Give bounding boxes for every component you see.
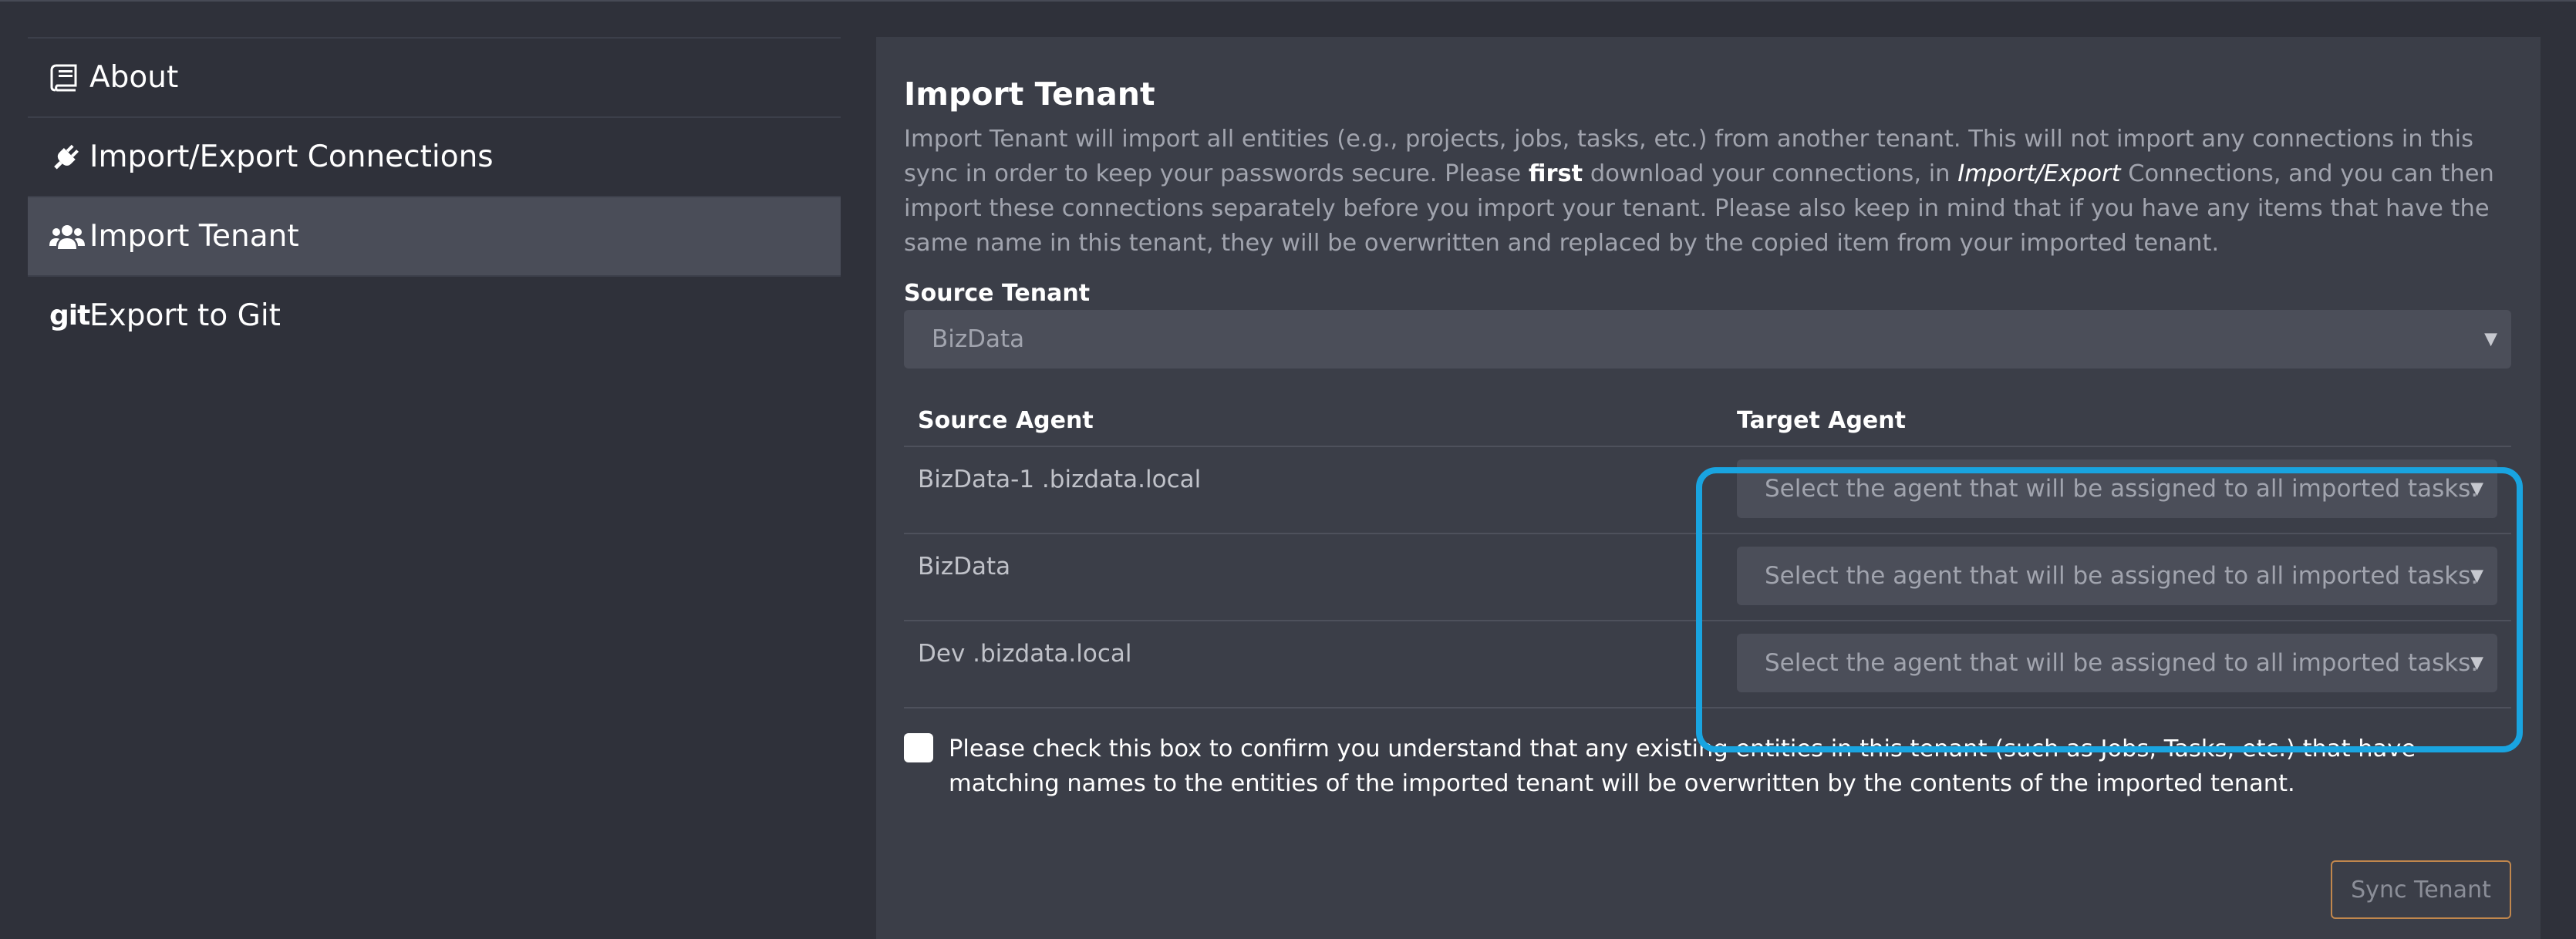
- sidebar-item-import-tenant[interactable]: Import Tenant: [28, 196, 841, 275]
- caret-down-icon: ▼: [2484, 329, 2497, 349]
- description: Import Tenant will import all entities (…: [904, 126, 2494, 257]
- top-divider: [0, 0, 2576, 2]
- caret-down-icon: ▼: [2470, 653, 2483, 673]
- target-agent-select[interactable]: Select the agent that will be assigned t…: [1737, 547, 2497, 605]
- sidebar-item-label: Import Tenant: [89, 219, 299, 254]
- source-agent-header: Source Agent: [904, 395, 1723, 447]
- target-agent-select[interactable]: Select the agent that will be assigned t…: [1737, 459, 2497, 518]
- table-row: BizData Select the agent that will be as…: [904, 533, 2511, 621]
- import-tenant-panel: Import Tenant Import Tenant will import …: [876, 37, 2541, 939]
- source-agent-cell: BizData: [904, 533, 1723, 621]
- target-agent-placeholder: Select the agent that will be assigned t…: [1765, 475, 2479, 503]
- table-row: Dev .bizdata.local Select the agent that…: [904, 621, 2511, 708]
- caret-down-icon: ▼: [2470, 479, 2483, 499]
- sidebar-item-export-to-git[interactable]: git Export to Git: [28, 275, 841, 355]
- source-agent-cell: Dev .bizdata.local: [904, 621, 1723, 708]
- source-tenant-value: BizData: [932, 325, 1025, 353]
- users-icon: [49, 223, 86, 251]
- git-icon: git: [49, 300, 90, 332]
- agent-mapping-table: Source Agent Target Agent BizData-1 .biz…: [904, 395, 2511, 708]
- confirm-row: Please check this box to confirm you und…: [904, 732, 2511, 801]
- book-icon: [49, 64, 86, 92]
- sidebar-item-label: Import/Export Connections: [89, 140, 494, 174]
- source-tenant-select[interactable]: BizData ▼: [904, 310, 2511, 369]
- source-tenant-label: Source Tenant: [904, 280, 1091, 307]
- source-agent-cell: BizData-1 .bizdata.local: [904, 446, 1723, 534]
- target-agent-placeholder: Select the agent that will be assigned t…: [1765, 562, 2479, 590]
- caret-down-icon: ▼: [2470, 566, 2483, 586]
- target-agent-placeholder: Select the agent that will be assigned t…: [1765, 649, 2479, 677]
- target-agent-header: Target Agent: [1723, 395, 2511, 447]
- sidebar: About Import/Export Connections Import T…: [28, 37, 841, 355]
- sidebar-item-import-export-connections[interactable]: Import/Export Connections: [28, 116, 841, 196]
- confirm-text: Please check this box to confirm you und…: [949, 735, 2416, 797]
- plug-icon: [49, 141, 86, 173]
- sidebar-item-about[interactable]: About: [28, 37, 841, 116]
- sync-tenant-button[interactable]: Sync Tenant: [2331, 860, 2511, 919]
- confirm-checkbox[interactable]: [904, 733, 933, 762]
- table-row: BizData-1 .bizdata.local Select the agen…: [904, 446, 2511, 534]
- sidebar-item-label: About: [89, 60, 179, 95]
- page-title: Import Tenant: [904, 76, 1155, 113]
- target-agent-select[interactable]: Select the agent that will be assigned t…: [1737, 634, 2497, 692]
- sidebar-item-label: Export to Git: [89, 298, 281, 333]
